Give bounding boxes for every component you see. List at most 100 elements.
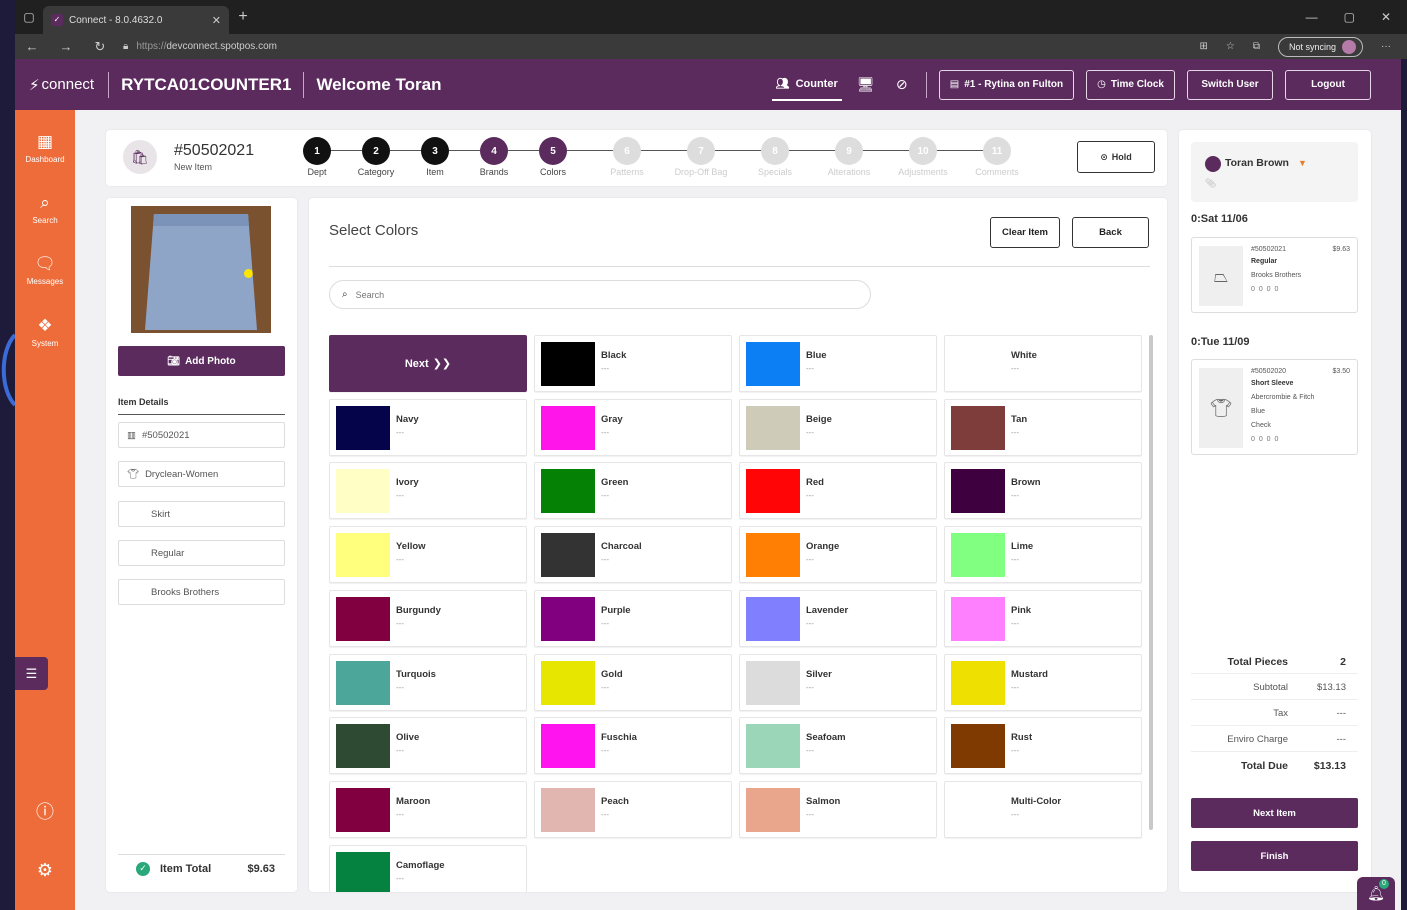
sidebar-item-system[interactable]: ❖ System <box>15 316 75 348</box>
finish-button[interactable]: Finish <box>1191 841 1358 871</box>
sidebar-item-dashboard[interactable]: ▦ Dashboard <box>15 132 75 164</box>
logout-button[interactable]: Logout <box>1285 69 1371 100</box>
url-field[interactable]: 🔒︎ https://devconnect.spotpos.com <box>123 41 277 52</box>
order-date-header: 0:Tue 11/09 <box>1191 336 1250 348</box>
color-tile-multi-color[interactable]: Multi-Color --- <box>944 780 1142 838</box>
add-photo-button[interactable]: 📷︎ Add Photo <box>118 346 285 376</box>
color-tile-blue[interactable]: Blue --- <box>739 335 937 392</box>
close-tab-icon[interactable]: ✕ <box>212 14 221 27</box>
color-tile-navy[interactable]: Navy --- <box>329 398 527 456</box>
apps-icon[interactable]: ⊞ <box>1199 41 1207 52</box>
no-devices-icon[interactable]: ⊘ <box>890 76 914 93</box>
more-icon[interactable]: ··· <box>1381 41 1391 52</box>
color-tile-orange[interactable]: Orange --- <box>739 526 937 584</box>
color-tile-brown[interactable]: Brown --- <box>944 462 1142 520</box>
help-icon[interactable]: ⓘ <box>15 798 75 824</box>
collections-icon[interactable]: ⧉ <box>1253 41 1260 52</box>
settings-icon[interactable]: ⚙︎ <box>15 860 75 881</box>
window-menu-icon[interactable]: ▢ <box>15 10 43 24</box>
color-tile-ivory[interactable]: Ivory --- <box>329 462 527 520</box>
next-item-button[interactable]: Next Item <box>1191 798 1358 828</box>
item-tag-field[interactable]: ▥ #50502021 <box>118 422 285 448</box>
sidebar-item-messages[interactable]: 🗨︎ Messages <box>15 254 75 286</box>
back-button[interactable]: Back <box>1072 217 1149 248</box>
order-line-item[interactable]: 👕︎ #50502020 $3.50 Short Sleeve Abercrom… <box>1191 359 1358 455</box>
barcode-icon: ▥ <box>127 429 136 441</box>
location-button[interactable]: ▤ #1 - Rytina on Fulton <box>938 69 1075 100</box>
color-grid-scrollbar[interactable] <box>1149 335 1153 830</box>
item-style-field[interactable]: Regular <box>118 540 285 566</box>
order-status: New Item <box>174 162 213 172</box>
color-price: --- <box>1011 427 1019 437</box>
color-tile-salmon[interactable]: Salmon --- <box>739 780 937 838</box>
item-photo[interactable] <box>131 206 271 333</box>
color-tile-purple[interactable]: Purple --- <box>534 589 732 647</box>
color-tile-black[interactable]: Black --- <box>534 335 732 392</box>
color-name: Gray <box>601 413 623 425</box>
step-comments[interactable]: 11 Comments <box>952 137 1042 177</box>
time-clock-button[interactable]: ◷ Time Clock <box>1086 69 1175 100</box>
search-input[interactable] <box>355 289 836 300</box>
sync-button[interactable]: Not syncing <box>1277 36 1363 57</box>
color-tile-gray[interactable]: Gray --- <box>534 398 732 456</box>
address-bar: ← → ↻ 🔒︎ https://devconnect.spotpos.com … <box>15 34 1407 59</box>
item-service-field[interactable]: 👕︎ Dryclean-Women <box>118 461 285 487</box>
next-button[interactable]: Next ❯❯ <box>329 335 527 392</box>
browser-tab[interactable]: ✓ Connect - 8.0.4632.0 ✕ <box>43 6 229 34</box>
color-tile-fuschia[interactable]: Fuschia --- <box>534 717 732 775</box>
color-tile-charcoal[interactable]: Charcoal --- <box>534 526 732 584</box>
color-tile-maroon[interactable]: Maroon --- <box>329 780 527 838</box>
hold-button[interactable]: ⊙ Hold <box>1077 141 1155 173</box>
color-swatch <box>951 469 1005 514</box>
devices-icon[interactable]: 🖥︎ <box>854 76 878 93</box>
new-tab-icon[interactable]: + <box>229 8 257 26</box>
color-tile-camoflage[interactable]: Camoflage --- <box>329 844 527 892</box>
color-tile-seafoam[interactable]: Seafoam --- <box>739 717 937 775</box>
color-tile-red[interactable]: Red --- <box>739 462 937 520</box>
color-swatch <box>541 660 595 705</box>
close-window-icon[interactable]: ✕ <box>1381 10 1391 24</box>
counter-tab[interactable]: 👥︎ Counter <box>771 69 842 101</box>
color-tile-mustard[interactable]: Mustard --- <box>944 653 1142 711</box>
color-tile-green[interactable]: Green --- <box>534 462 732 520</box>
customer-card[interactable]: Toran Brown ▼ 📎︎ <box>1191 142 1358 202</box>
refresh-icon[interactable]: ↻ <box>83 39 117 55</box>
switch-user-button[interactable]: Switch User <box>1187 69 1273 100</box>
item-type-field[interactable]: Skirt <box>118 501 285 527</box>
sidebar-toggle-button[interactable]: ☰ <box>15 657 48 690</box>
sidebar-item-search[interactable]: ⌕ Search <box>15 193 75 225</box>
color-price: --- <box>396 873 404 883</box>
color-tile-silver[interactable]: Silver --- <box>739 653 937 711</box>
color-tile-olive[interactable]: Olive --- <box>329 717 527 775</box>
color-tile-rust[interactable]: Rust --- <box>944 717 1142 775</box>
color-price: --- <box>396 555 404 565</box>
color-tile-turquois[interactable]: Turquois --- <box>329 653 527 711</box>
back-nav-icon[interactable]: ← <box>15 39 49 54</box>
color-tile-white[interactable]: White --- <box>944 335 1142 392</box>
paperclip-icon[interactable]: 📎︎ <box>1205 178 1216 189</box>
color-tile-yellow[interactable]: Yellow --- <box>329 526 527 584</box>
color-tile-burgundy[interactable]: Burgundy --- <box>329 589 527 647</box>
color-tile-lime[interactable]: Lime --- <box>944 526 1142 584</box>
step-number: 8 <box>761 137 789 165</box>
order-line-item[interactable]: ⏢ #50502021 $9.63 Regular Brooks Brother… <box>1191 237 1358 313</box>
color-tile-tan[interactable]: Tan --- <box>944 398 1142 456</box>
minimize-icon[interactable]: — <box>1306 10 1318 24</box>
shopping-bag-icon: 🛍︎ <box>123 140 157 174</box>
forward-nav-icon[interactable]: → <box>49 39 83 54</box>
maximize-icon[interactable]: ▢ <box>1344 10 1355 24</box>
color-tile-gold[interactable]: Gold --- <box>534 653 732 711</box>
clear-item-button[interactable]: Clear Item <box>990 217 1060 248</box>
notification-button[interactable]: 🔔︎ 0 <box>1357 877 1395 910</box>
color-name: Peach <box>601 795 629 807</box>
header-divider <box>925 71 927 98</box>
color-search[interactable]: ⌕ <box>329 280 871 309</box>
item-brand-field[interactable]: Brooks Brothers <box>118 579 285 605</box>
favorites-icon[interactable]: ☆ <box>1226 41 1235 52</box>
color-tile-pink[interactable]: Pink --- <box>944 589 1142 647</box>
color-swatch <box>541 342 595 386</box>
color-tile-beige[interactable]: Beige --- <box>739 398 937 456</box>
color-price: --- <box>396 809 404 819</box>
color-tile-lavender[interactable]: Lavender --- <box>739 589 937 647</box>
color-tile-peach[interactable]: Peach --- <box>534 780 732 838</box>
